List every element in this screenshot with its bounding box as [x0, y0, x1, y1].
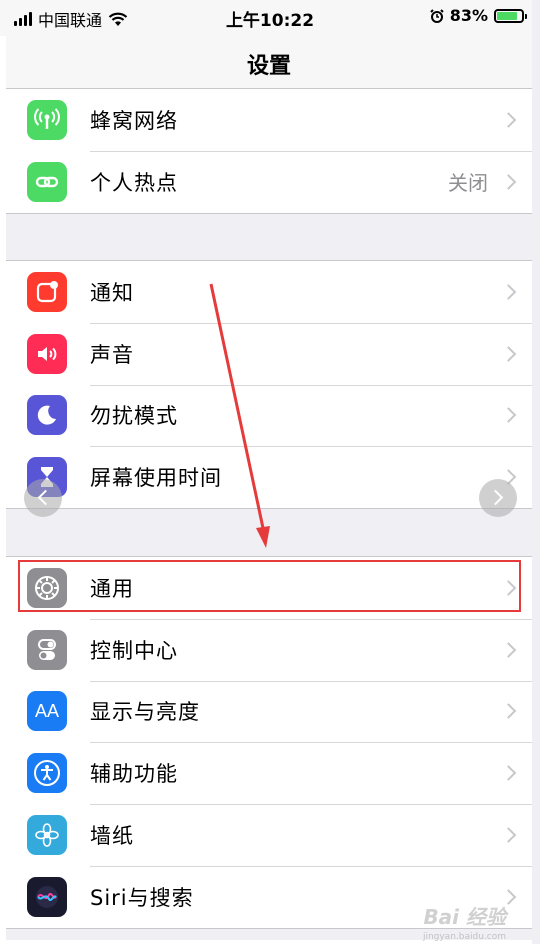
next-image-button[interactable]	[479, 479, 517, 517]
chevron-right-icon	[487, 489, 504, 506]
annotation-arrow	[209, 283, 270, 548]
watermark: Bai 经验	[423, 905, 506, 929]
previous-image-button[interactable]	[24, 479, 62, 517]
watermark-url: jingyan.baidu.com	[422, 932, 506, 942]
highlight-box-general	[18, 560, 521, 612]
chevron-left-icon	[37, 489, 54, 506]
right-frame-edge	[532, 0, 540, 944]
